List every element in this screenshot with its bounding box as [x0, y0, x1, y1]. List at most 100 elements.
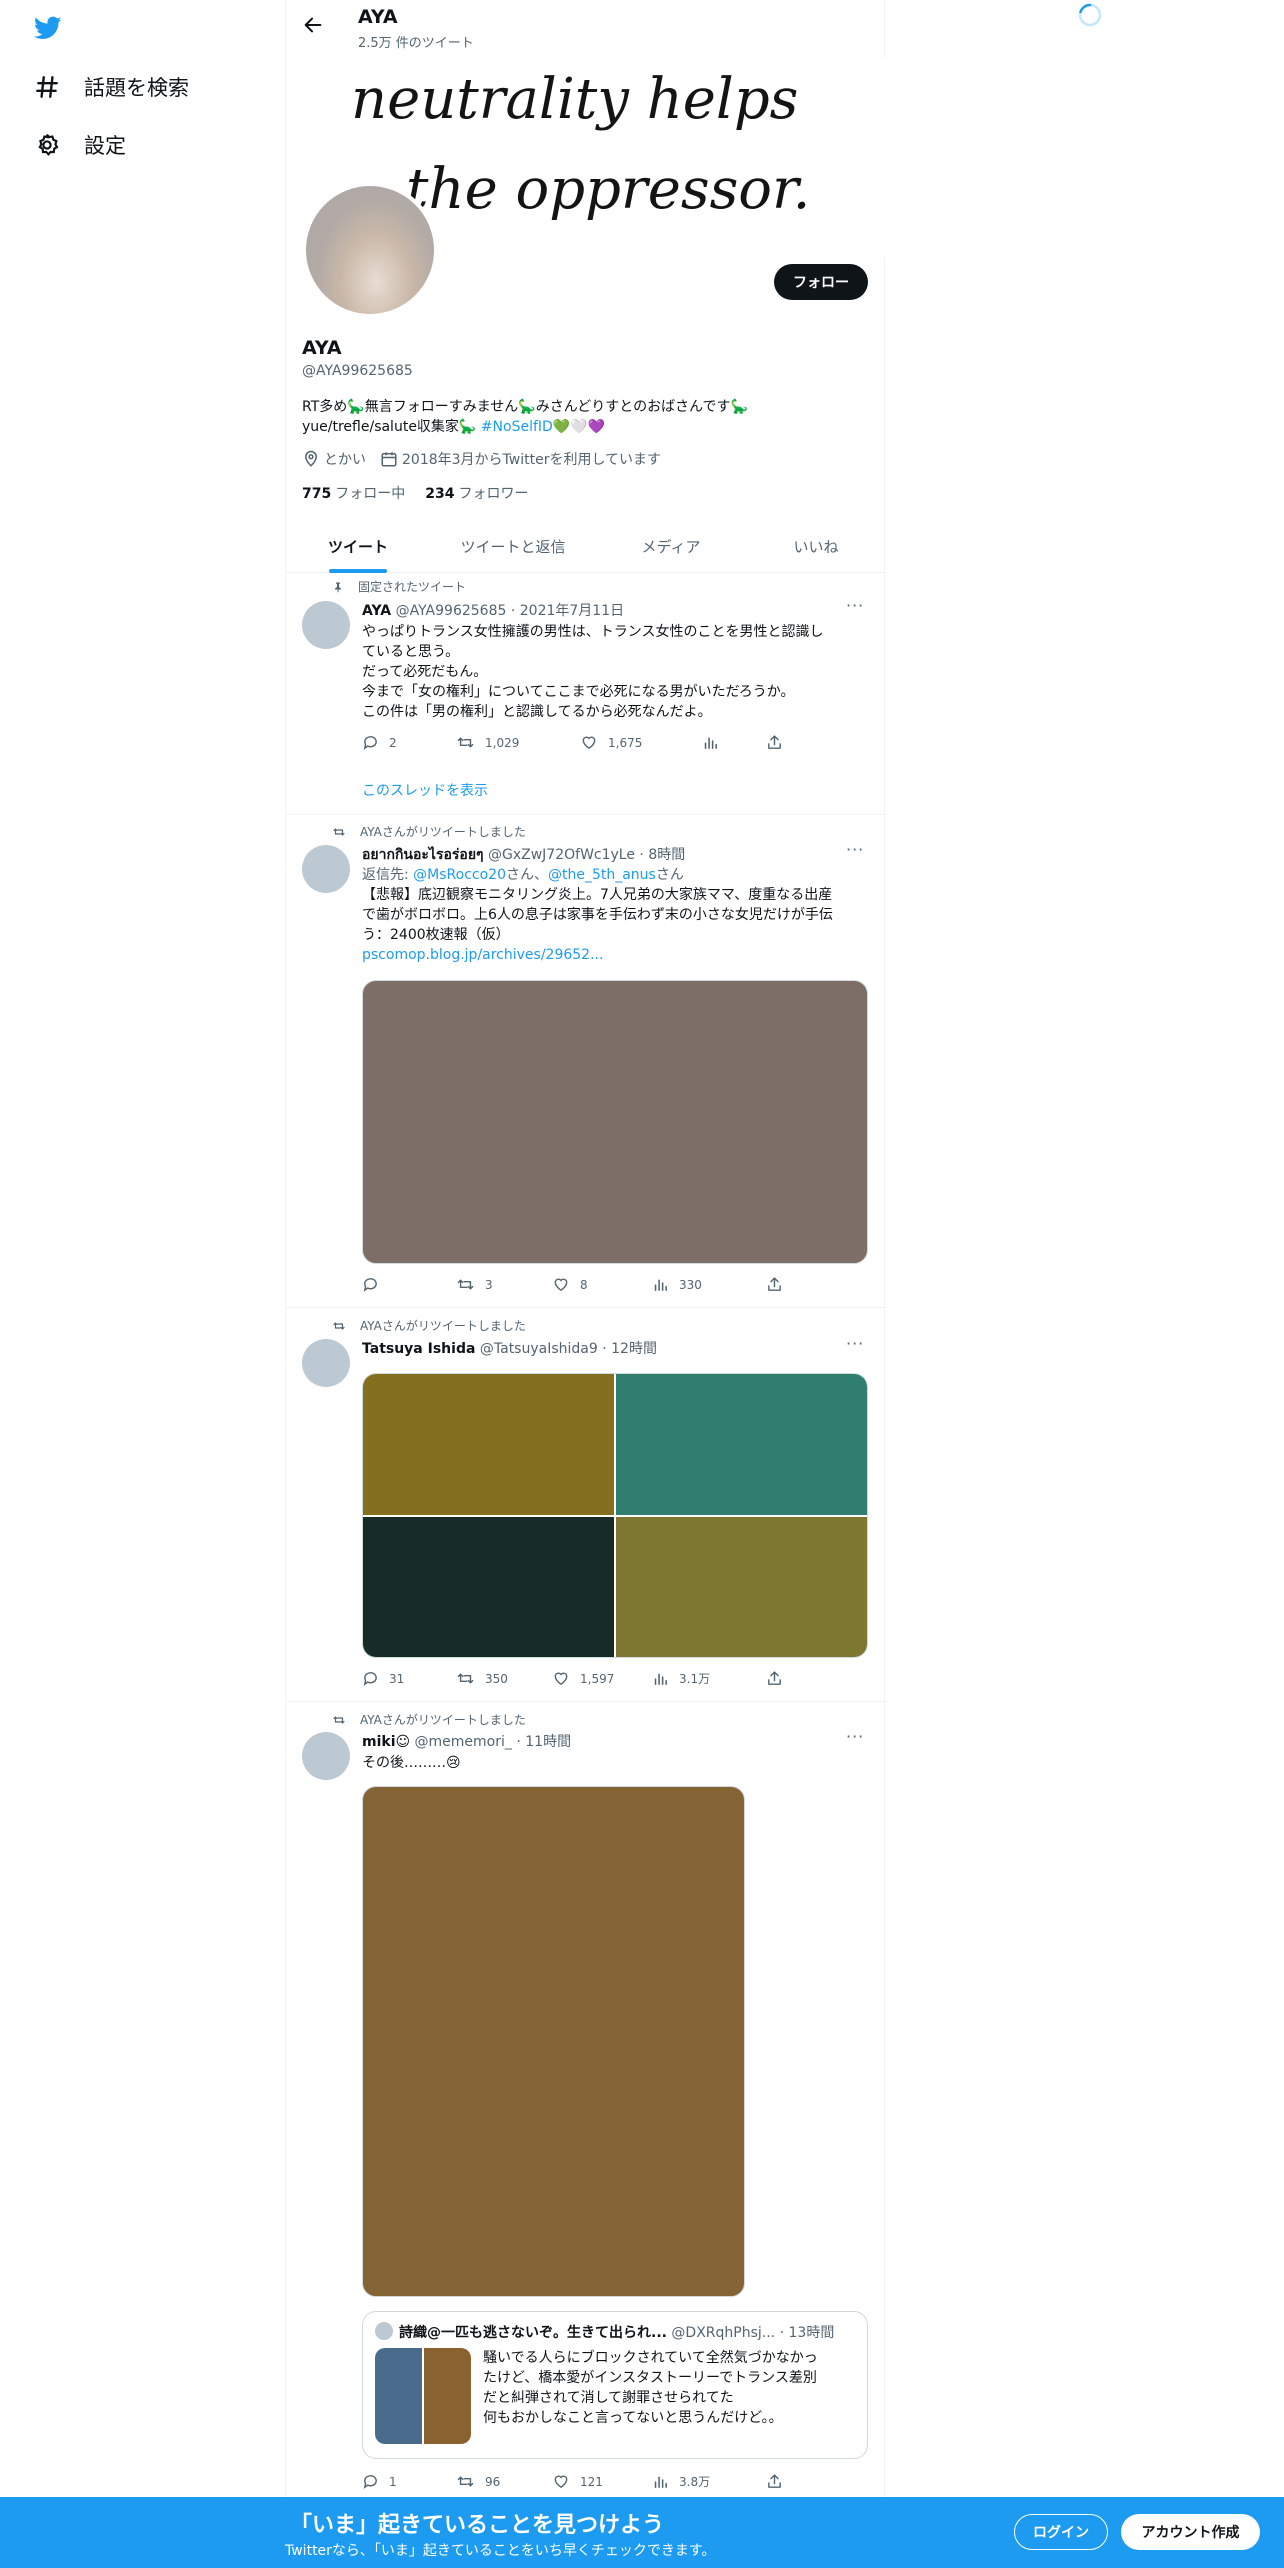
like-count: 121 — [580, 2474, 603, 2489]
tweet-media-image[interactable] — [362, 1786, 745, 2297]
retweet-button[interactable]: 3 — [456, 1276, 493, 1293]
show-thread-link[interactable]: このスレッドを表示 — [362, 780, 488, 800]
followers-link[interactable]: 234 フォロワー — [425, 483, 528, 503]
retweet-icon — [332, 1714, 346, 1726]
avatar[interactable] — [302, 1732, 350, 1780]
like-button[interactable]: 8 — [552, 1276, 588, 1293]
tab-tweets-replies[interactable]: ツイートと返信 — [430, 520, 596, 573]
profile-joined-text: 2018年3月からTwitterを利用しています — [402, 452, 662, 468]
tweet-author-name[interactable]: อยากกินอะไรอร่อยๆ — [362, 847, 484, 863]
tweet-text-line: 【悲報】底辺観察モニタリング炎上。7人兄弟の大家族ママ、度重なる出産 — [362, 887, 833, 903]
tweet-media-image[interactable] — [363, 1517, 614, 1657]
quoted-text-line: だと糾弾されて消して謝罪させられてた — [483, 2390, 734, 2406]
back-arrow-icon[interactable] — [302, 14, 324, 36]
nav-explore-label: 話題を検索 — [84, 76, 189, 100]
more-options-icon[interactable]: ··· — [846, 596, 870, 615]
reply-button[interactable]: 2 — [362, 734, 397, 751]
reply-button[interactable]: 1 — [362, 2473, 397, 2490]
bio-hashtag-link[interactable]: #NoSelfID — [481, 419, 553, 435]
reply-count: 2 — [389, 735, 397, 750]
like-button[interactable]: 1,675 — [580, 734, 642, 751]
tweet-header: miki☺ @mememori_ · 11時間 — [362, 1734, 572, 1750]
bottom-bar-title: 「いま」起きていることを見つけよう — [290, 2513, 665, 2538]
signup-button[interactable]: アカウント作成 — [1121, 2514, 1260, 2550]
following-link[interactable]: 775 フォロー中 — [302, 483, 405, 503]
main-column: AYA 2.5万 件のツイート neutrality helps the opp… — [285, 0, 886, 2568]
tweet-pinned[interactable]: 固定されたツイート AYA @AYA99625685 · 2021年7月11日 … — [286, 574, 886, 815]
avatar[interactable] — [302, 1339, 350, 1387]
quoted-text-line: 何もおかしなこと言ってないと思うんだけど。。 — [483, 2410, 783, 2426]
retweet-button[interactable]: 96 — [456, 2473, 500, 2490]
like-button[interactable]: 1,597 — [552, 1670, 614, 1687]
tweet-retweet-2[interactable]: AYAさんがリツイートしました Tatsuya Ishida @TatsuyaI… — [286, 1308, 886, 1702]
tweet-author-name[interactable]: AYA — [362, 603, 391, 619]
tweet-media-image[interactable] — [616, 1374, 867, 1515]
bio-line-2: yue/trefle/salute収集家🦕 #NoSelfID💚🤍💜 — [302, 417, 862, 437]
follow-button[interactable]: フォロー — [774, 264, 868, 300]
reply-to: 返信先: @MsRocco20さん、@the_5th_anusさん — [362, 865, 872, 885]
more-options-icon[interactable]: ··· — [846, 840, 870, 859]
share-button[interactable] — [766, 1670, 783, 1687]
tweet-media-image[interactable] — [616, 1517, 867, 1657]
bar-chart-icon — [652, 1276, 669, 1293]
tweet-author-handle[interactable]: @mememori_ — [415, 1734, 512, 1750]
tweet-time[interactable]: 8時間 — [648, 847, 685, 863]
share-button[interactable] — [766, 734, 783, 751]
reply-prefix: 返信先: — [362, 867, 414, 883]
reply-to-link[interactable]: @MsRocco20 — [413, 867, 506, 883]
heart-icon — [552, 1670, 570, 1687]
more-options-icon[interactable]: ··· — [846, 1334, 870, 1353]
retweet-button[interactable]: 350 — [456, 1670, 508, 1687]
reply-button[interactable]: 31 — [362, 1670, 404, 1687]
quoted-tweet-text: 騒いでる人らにブロックされていて全然気づかなかっ たけど、橋本愛がインスタストー… — [483, 2348, 861, 2428]
tweet-retweet-3[interactable]: AYAさんがリツイートしました miki☺ @mememori_ · 11時間 … — [286, 1702, 886, 2497]
tweet-media-image[interactable] — [363, 1374, 614, 1515]
heart-icon — [552, 2473, 570, 2490]
tweet-context-text: AYAさんがリツイートしました — [360, 825, 526, 839]
retweet-icon — [332, 1320, 346, 1332]
avatar[interactable] — [302, 845, 350, 893]
bio-emoji: 💚🤍💜 — [552, 419, 606, 435]
tab-media[interactable]: メディア — [596, 520, 746, 573]
tweet-author-handle[interactable]: @TatsuyaIshida9 — [480, 1341, 598, 1357]
reply-san: さん — [655, 867, 684, 883]
views-button[interactable]: 330 — [652, 1276, 702, 1293]
views-button[interactable]: 3.8万 — [652, 2473, 710, 2490]
reply-to-link[interactable]: @the_5th_anus — [548, 867, 656, 883]
login-button[interactable]: ログイン — [1014, 2514, 1108, 2550]
nav-settings[interactable]: 設定 — [34, 130, 126, 160]
like-button[interactable]: 121 — [552, 2473, 603, 2490]
tweet-actions: 3 8 330 — [362, 1276, 782, 1296]
tab-tweets[interactable]: ツイート — [286, 520, 430, 573]
tweet-author-handle[interactable]: @AYA99625685 — [396, 603, 507, 619]
banner-line1: neutrality helps — [351, 67, 798, 132]
avatar[interactable] — [302, 601, 350, 649]
tweet-time[interactable]: 12時間 — [611, 1341, 657, 1357]
tweet-time[interactable]: 2021年7月11日 — [520, 603, 624, 619]
profile-name: AYA — [302, 337, 342, 359]
nav-explore[interactable]: 話題を検索 — [34, 72, 189, 102]
tweet-context-text: AYAさんがリツイートしました — [360, 1713, 526, 1727]
views-button[interactable]: 3.1万 — [652, 1670, 710, 1687]
tab-likes[interactable]: いいね — [746, 520, 886, 573]
profile-handle: @AYA99625685 — [302, 363, 413, 379]
tweet-author-name[interactable]: miki☺ — [362, 1734, 410, 1750]
quoted-tweet[interactable]: 詩織@一匹も逃さないぞ。生きて出られ... @DXRqhPhsj... · 13… — [362, 2311, 868, 2459]
share-button[interactable] — [766, 2473, 783, 2490]
share-button[interactable] — [766, 1276, 783, 1293]
tweet-time[interactable]: 11時間 — [525, 1734, 571, 1750]
more-options-icon[interactable]: ··· — [846, 1727, 870, 1746]
reply-button[interactable] — [362, 1276, 379, 1293]
retweet-button[interactable]: 1,029 — [456, 734, 519, 751]
tweet-link[interactable]: pscomop.blog.jp/archives/29652... — [362, 945, 872, 965]
retweet-count: 3 — [485, 1277, 493, 1292]
tweet-retweet-1[interactable]: AYAさんがリツイートしました อยากกินอะไรอร่อยๆ @GxZwJ… — [286, 815, 886, 1308]
tweet-author-handle[interactable]: @GxZwJ72OfWc1yLe — [488, 847, 635, 863]
tweet-author-name[interactable]: Tatsuya Ishida — [362, 1341, 475, 1357]
views-button[interactable] — [702, 734, 719, 751]
tweet-media-image[interactable] — [362, 980, 868, 1264]
loading-spinner-icon — [1077, 2, 1103, 32]
twitter-logo-icon[interactable] — [32, 14, 64, 42]
share-icon — [766, 1276, 783, 1293]
profile-avatar[interactable] — [302, 182, 438, 318]
